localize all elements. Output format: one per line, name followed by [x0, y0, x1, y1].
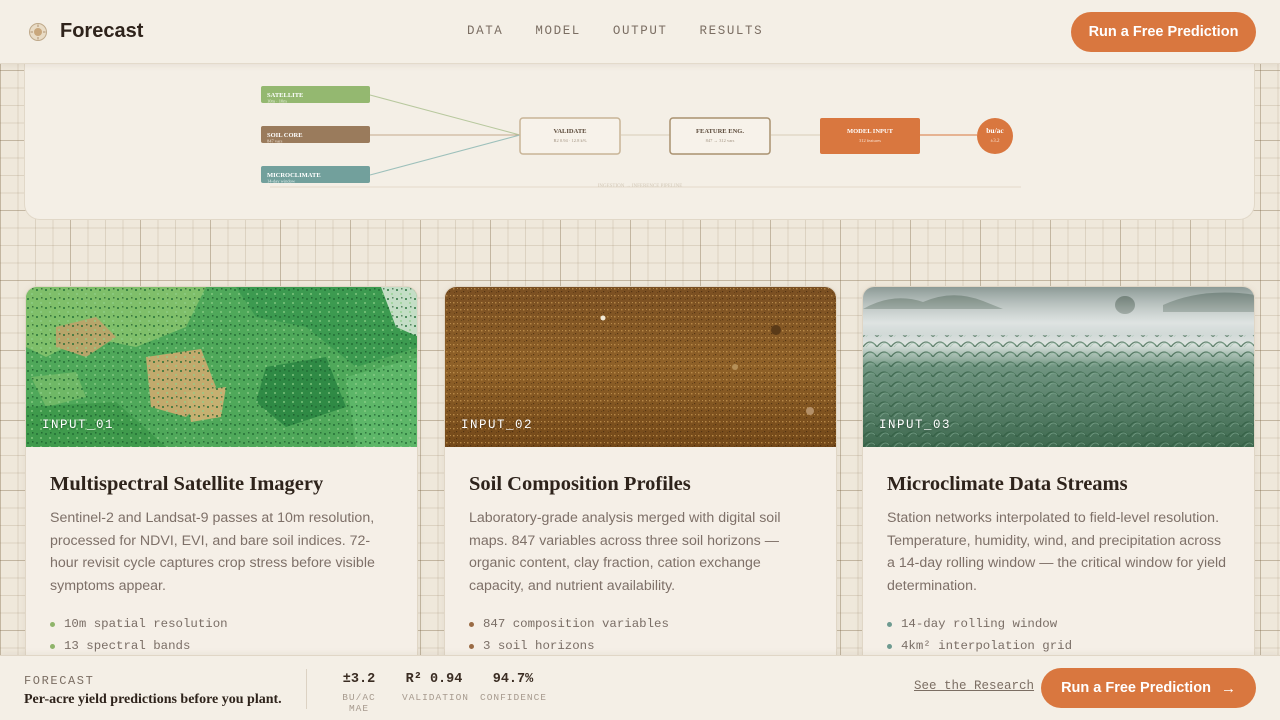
- card-description: Station networks interpolated to field-l…: [887, 510, 1227, 594]
- bullet-text: 14-day rolling window: [901, 617, 1058, 631]
- list-item: 14-day rolling window: [887, 613, 1072, 635]
- bullet-dot-icon: [50, 643, 55, 649]
- pipeline-graph: SATELLITE 10m · 10m SOIL CORE 847 vars M…: [261, 86, 1021, 189]
- pipeline-diagram: SATELLITE 10m · 10m SOIL CORE 847 vars M…: [24, 64, 1255, 220]
- stat-label: CONFIDENCE: [480, 692, 548, 703]
- pipeline-caption: INGESTION → INFERENCE PIPELINE: [598, 184, 683, 189]
- footer-brand: FORECAST: [24, 674, 95, 688]
- list-item: 3 soil horizons: [469, 635, 669, 657]
- pipeline-stage-sub: 847 → 312 vars: [706, 138, 735, 143]
- pipeline-output-label: bu/ac: [986, 126, 1004, 135]
- pipeline-stage-sub: R2 0.94 · 12.8 k%: [554, 138, 587, 143]
- input-card-satellite[interactable]: INPUT_01 Multispectral Satellite Imagery…: [25, 286, 418, 686]
- bullet-dot-icon: [50, 621, 55, 627]
- pipeline-input-sub: 10m · 10m: [267, 99, 287, 104]
- bullet-dot-icon: [887, 643, 892, 649]
- bullet-text: 13 spectral bands: [64, 639, 191, 653]
- footer-divider: [306, 669, 307, 709]
- input-tag: INPUT_01: [42, 418, 115, 432]
- stat-value: 94.7%: [492, 672, 534, 687]
- input-tag: INPUT_03: [879, 418, 952, 432]
- pipeline-stage-label: MODEL INPUT: [847, 128, 894, 135]
- bullet-text: 4km² interpolation grid: [901, 639, 1073, 653]
- nav-link-data[interactable]: DATA: [467, 24, 503, 38]
- pipeline-stage-label: VALIDATE: [554, 128, 587, 135]
- stat-label: BU/AC MAE: [342, 692, 376, 714]
- pipeline-input-soil: SOIL CORE 847 vars: [261, 126, 370, 144]
- pipeline-stage-feature: FEATURE ENG. 847 → 312 vars: [669, 117, 771, 155]
- pipeline-input-satellite: SATELLITE 10m · 10m: [261, 86, 370, 104]
- list-item: 847 composition variables: [469, 613, 669, 635]
- nav-link-model[interactable]: MODEL: [535, 24, 581, 38]
- input-tag: INPUT_02: [461, 418, 534, 432]
- pipeline-stage-validate: VALIDATE R2 0.94 · 12.8 k%: [519, 117, 621, 155]
- input-card-microclimate[interactable]: INPUT_03 Microclimate Data Streams Stati…: [862, 286, 1255, 686]
- pipeline-stage-label: FEATURE ENG.: [696, 128, 744, 135]
- pipeline-stage-model: MODEL INPUT 312 features: [820, 118, 920, 154]
- sun-icon[interactable]: [28, 22, 48, 42]
- see-research-link[interactable]: See the Research: [914, 679, 1034, 693]
- pipeline-input-sub: 847 vars: [267, 139, 283, 144]
- pipeline-input-microclimate: MICROCLIMATE 14-day window: [261, 166, 370, 184]
- card-bullets: 14-day rolling window 4km² interpolation…: [887, 613, 1072, 657]
- bullet-text: 3 soil horizons: [483, 639, 595, 653]
- card-title: Soil Composition Profiles: [469, 473, 691, 495]
- run-prediction-footer-button[interactable]: Run a Free Prediction →: [1041, 668, 1256, 708]
- stat-value: ±3.2: [342, 672, 376, 687]
- run-prediction-button[interactable]: Run a Free Prediction: [1071, 12, 1256, 52]
- card-description: Laboratory-grade analysis merged with di…: [469, 510, 781, 594]
- sticky-footer-bar: FORECAST Per-acre yield predictions befo…: [0, 655, 1280, 720]
- pipeline-output-node: bu/ac ±3.2: [977, 118, 1013, 154]
- card-bullets: 847 composition variables 3 soil horizon…: [469, 613, 669, 657]
- arrow-right-icon: →: [1220, 679, 1236, 697]
- card-title: Multispectral Satellite Imagery: [50, 473, 324, 495]
- edge-microclimate: [369, 134, 521, 176]
- nav-link-results[interactable]: RESULTS: [700, 24, 764, 38]
- bullet-text: 847 composition variables: [483, 617, 669, 631]
- main-nav: DATA MODEL OUTPUT RESULTS: [467, 24, 763, 38]
- brand-name[interactable]: Forecast: [60, 20, 143, 43]
- pipeline-input-sub: 14-day window: [267, 179, 296, 184]
- nav-link-output[interactable]: OUTPUT: [613, 24, 668, 38]
- pipeline-stage-sub: 312 features: [859, 138, 881, 143]
- edge-satellite: [369, 94, 521, 136]
- cta-label: Run a Free Prediction: [1061, 680, 1211, 696]
- list-item: 10m spatial resolution: [50, 613, 228, 635]
- stat-mae: ±3.2 BU/AC MAE: [330, 672, 388, 714]
- stat-validation: R² 0.94 VALIDATION: [402, 672, 470, 703]
- bullet-dot-icon: [469, 621, 474, 627]
- list-item: 4km² interpolation grid: [887, 635, 1072, 657]
- stat-label: VALIDATION: [402, 692, 470, 703]
- stat-value: R² 0.94: [405, 672, 463, 687]
- pipeline-output-sub: ±3.2: [991, 139, 1000, 144]
- top-navbar: Forecast DATA MODEL OUTPUT RESULTS Run a…: [0, 0, 1280, 64]
- bullet-dot-icon: [887, 621, 892, 627]
- stat-confidence: 94.7% CONFIDENCE: [480, 672, 546, 703]
- list-item: 13 spectral bands: [50, 635, 228, 657]
- footer-tagline: Per-acre yield predictions before you pl…: [24, 692, 282, 707]
- bullet-dot-icon: [469, 643, 474, 649]
- input-card-soil[interactable]: INPUT_02 Soil Composition Profiles Labor…: [444, 286, 837, 686]
- bullet-text: 10m spatial resolution: [64, 617, 228, 631]
- card-bullets: 10m spatial resolution 13 spectral bands: [50, 613, 228, 657]
- card-title: Microclimate Data Streams: [887, 473, 1128, 495]
- card-description: Sentinel-2 and Landsat-9 passes at 10m r…: [50, 510, 375, 594]
